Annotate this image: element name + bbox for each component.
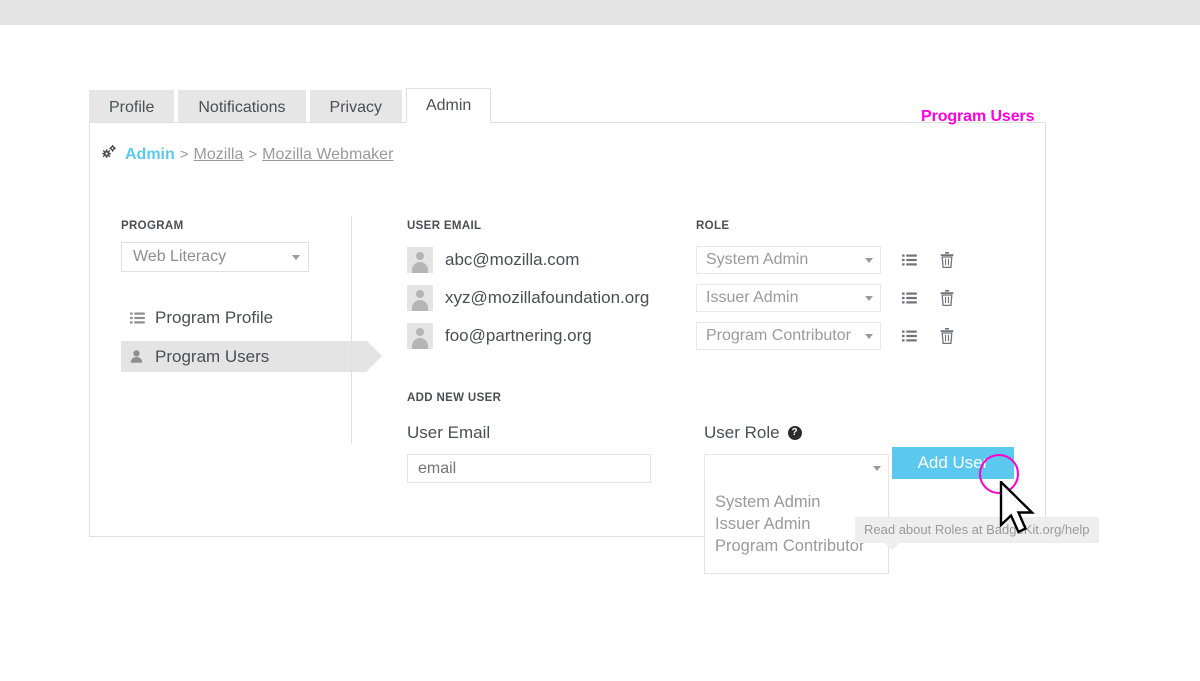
sidebar-item-label: Program Users [155, 346, 270, 366]
role-select[interactable]: Issuer Admin [696, 284, 881, 312]
user-email: foo@partnering.org [445, 326, 592, 345]
breadcrumb-separator: > [248, 146, 258, 163]
gears-icon [102, 145, 117, 164]
program-users-table: USER EMAIL ROLE abc@mozilla.com System A… [407, 220, 1017, 355]
chevron-down-icon [292, 254, 300, 260]
column-header-role: ROLE [696, 220, 730, 232]
user-role-label-text: User Role [704, 423, 780, 442]
roles-help-tooltip: Read about Roles at BadgeKit.org/help [855, 517, 1099, 550]
question-mark-icon[interactable]: ? [787, 426, 802, 440]
tab-profile[interactable]: Profile [89, 90, 175, 123]
user-icon [130, 350, 147, 363]
user-role-field-group: User Role ? System Admin Issuer Admin Pr… [704, 422, 897, 574]
role-select-value: Issuer Admin [706, 289, 799, 306]
settings-tabs: Profile Notifications Privacy Admin [89, 88, 495, 123]
role-select[interactable]: System Admin [696, 246, 881, 274]
table-header: USER EMAIL ROLE [407, 220, 1017, 232]
user-email: xyz@mozillafoundation.org [445, 288, 650, 307]
top-bar [0, 0, 1200, 25]
row-actions [899, 328, 957, 344]
admin-panel: Admin > Mozilla > Mozilla Webmaker PROGR… [89, 122, 1099, 574]
add-new-user-title: ADD NEW USER [407, 392, 502, 404]
trash-icon[interactable] [937, 252, 957, 268]
chevron-down-icon [865, 295, 873, 301]
column-divider [351, 216, 352, 444]
breadcrumb-separator: > [179, 146, 189, 163]
tab-admin[interactable]: Admin [405, 88, 492, 123]
column-header-email: USER EMAIL [407, 220, 482, 232]
arrow-cursor [999, 479, 1045, 541]
breadcrumb-root[interactable]: Admin [125, 146, 175, 164]
dropdown-option-system-admin[interactable]: System Admin [705, 491, 888, 513]
avatar [407, 285, 433, 311]
details-icon[interactable] [899, 254, 919, 266]
chevron-down-icon [865, 257, 873, 263]
program-select[interactable]: Web Literacy [121, 242, 309, 272]
avatar [407, 323, 433, 349]
row-actions [899, 252, 957, 268]
breadcrumb-item-mozilla[interactable]: Mozilla [194, 146, 244, 164]
breadcrumb-item-mozilla-webmaker[interactable]: Mozilla Webmaker [262, 146, 393, 164]
user-email: abc@mozilla.com [445, 250, 580, 269]
tab-notifications[interactable]: Notifications [178, 90, 306, 123]
program-nav: Program Profile Program Users [121, 302, 382, 372]
user-email-label: User Email [407, 423, 491, 442]
tab-privacy[interactable]: Privacy [309, 90, 402, 123]
program-select-value: Web Literacy [133, 248, 227, 265]
role-select-value: System Admin [706, 251, 809, 268]
row-actions [899, 290, 957, 306]
sidebar-item-program-profile[interactable]: Program Profile [121, 302, 351, 333]
table-row: abc@mozilla.com System Admin [407, 241, 1017, 279]
details-icon[interactable] [899, 330, 919, 342]
user-role-select[interactable] [704, 454, 889, 483]
user-email-field-group: User Email [407, 422, 704, 483]
trash-icon[interactable] [937, 328, 957, 344]
sidebar-item-program-users[interactable]: Program Users [121, 341, 382, 372]
chevron-down-icon [873, 466, 881, 471]
trash-icon[interactable] [937, 290, 957, 306]
role-select[interactable]: Program Contributor [696, 322, 881, 350]
list-icon [130, 312, 147, 324]
avatar [407, 247, 433, 273]
user-role-label: User Role ? [704, 422, 897, 444]
details-icon[interactable] [899, 292, 919, 304]
annotation-callout-label: Program Users [921, 108, 1035, 125]
program-sidebar: PROGRAM Web Literacy Program Profile Pro… [121, 220, 382, 380]
chevron-down-icon [865, 333, 873, 339]
table-row: xyz@mozillafoundation.org Issuer Admin [407, 279, 1017, 317]
sidebar-item-label: Program Profile [155, 307, 274, 327]
role-select-value: Program Contributor [706, 327, 851, 344]
breadcrumb: Admin > Mozilla > Mozilla Webmaker [102, 145, 393, 164]
program-label: PROGRAM [121, 220, 184, 232]
user-email-input[interactable] [407, 454, 651, 483]
table-row: foo@partnering.org Program Contributor [407, 317, 1017, 355]
